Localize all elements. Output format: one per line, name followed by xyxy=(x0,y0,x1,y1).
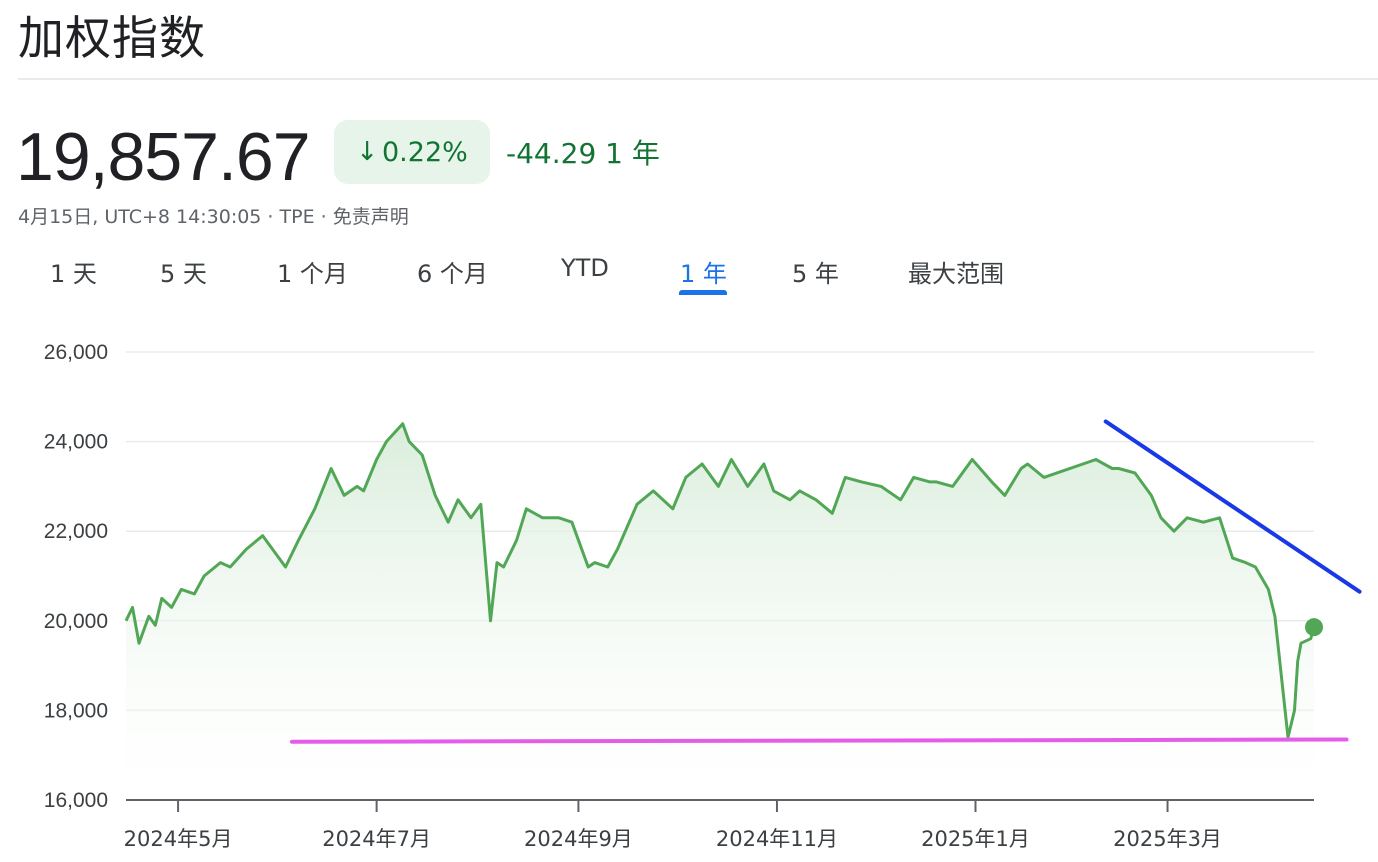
y-tick-label: 20,000 xyxy=(44,610,108,633)
x-tick-label: 2025年3月 xyxy=(1113,827,1222,851)
y-tick-label: 22,000 xyxy=(44,520,108,543)
y-tick-label: 18,000 xyxy=(44,699,108,722)
last-price-marker[interactable] xyxy=(1305,618,1323,637)
x-tick-label: 2025年1月 xyxy=(921,827,1030,851)
x-tick-label: 2024年5月 xyxy=(124,827,233,851)
y-tick-label: 16,000 xyxy=(44,789,108,812)
y-tick-label: 24,000 xyxy=(44,431,108,454)
price-chart[interactable]: 16,000 18,000 20,000 22,000 24,000 26,000 202… xyxy=(0,0,1378,862)
support-annotation-line xyxy=(289,737,1349,744)
y-tick-label: 26,000 xyxy=(44,341,108,364)
x-tick-label: 2024年9月 xyxy=(524,827,633,851)
x-tick-label: 2024年7月 xyxy=(322,827,431,851)
x-tick-label: 2024年11月 xyxy=(716,827,838,851)
